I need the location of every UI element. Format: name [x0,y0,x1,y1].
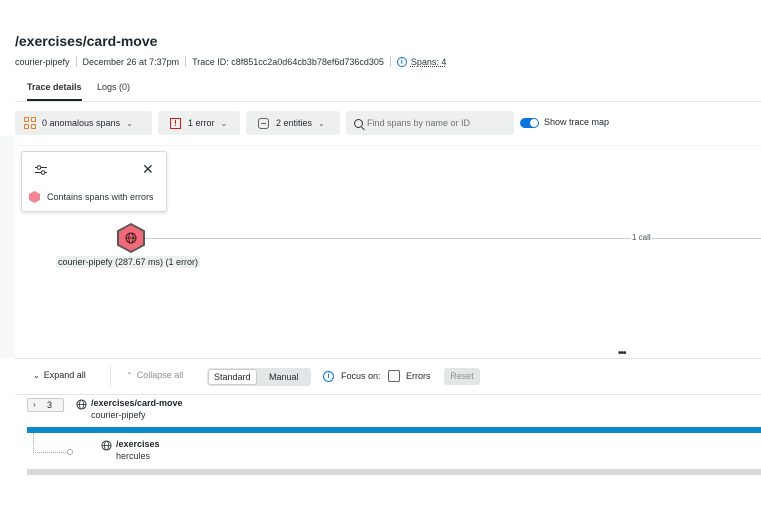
tab-bar: Trace details Logs (0) [15,76,761,102]
tree-node-dot [67,449,73,455]
divider [110,366,111,386]
trace-map-toggle[interactable] [520,118,539,128]
globe-icon [76,399,87,410]
filter-sliders-icon[interactable] [35,165,47,175]
left-gutter [0,136,15,358]
legend-label: Contains spans with errors [47,192,154,202]
trace-map-toggle-label: Show trace map [544,117,610,127]
info-icon: i [323,371,334,382]
child-count: 3 [47,400,53,410]
child-count-toggle[interactable]: › 3 [27,398,64,412]
span-service: courier-pipefy [91,410,146,420]
panel-divider [15,358,761,359]
search-placeholder: Find spans by name or ID [367,118,471,128]
collapse-all-label: Collapse all [136,370,184,380]
entities-dropdown[interactable]: 2 entities ⌄ [246,111,340,135]
divider [75,56,77,67]
divider [185,56,187,67]
error-icon: ! [170,117,181,129]
globe-icon [125,232,137,244]
service-edge [141,238,761,239]
chevron-up-icon: ⌃ [126,371,133,380]
error-hexagon-icon [29,191,40,203]
chevron-down-icon: ⌄ [33,371,40,380]
map-legend: ✕ Contains spans with errors [21,151,167,212]
divider [15,394,761,395]
edge-call-label: 1 call [631,233,652,242]
view-manual-option[interactable]: Manual [264,370,304,384]
trace-timestamp: December 26 at 7:37pm [82,56,180,67]
errors-dropdown[interactable]: ! 1 error ⌄ [158,111,240,135]
chevron-down-icon: ⌄ [220,118,228,128]
tab-logs[interactable]: Logs (0) [97,82,130,92]
view-standard-option[interactable]: Standard [209,370,256,384]
node-label: courier-pipefy (287.67 ms) (1 error) [56,256,201,268]
page-title: /exercises/card-move [15,33,158,49]
collapse-all-button[interactable]: ⌃ Collapse all [126,370,183,380]
span-search-input[interactable]: Find spans by name or ID [346,111,514,135]
span-duration-bar[interactable] [27,469,761,475]
anomalous-spans-dropdown[interactable]: 0 anomalous spans ⌄ [15,111,152,135]
divider [389,56,391,67]
trace-id: Trace ID: c8f851cc2a0d64cb3b78ef6d736cd3… [192,56,384,67]
spans-count-link[interactable]: Spans: 4 [411,57,447,67]
entities-label: 2 entities [276,118,313,128]
service-name[interactable]: courier-pipefy [15,57,70,67]
close-icon[interactable]: ✕ [142,162,154,176]
tab-trace-details[interactable]: Trace details [27,82,82,101]
span-name[interactable]: /exercises [116,439,160,449]
span-name[interactable]: /exercises/card-move [91,398,183,408]
focus-on-label: Focus on: [341,371,381,381]
tree-connector [33,452,68,453]
errors-checkbox[interactable] [388,370,400,382]
tree-connector [33,433,34,453]
entity-icon [258,117,269,129]
anomalous-spans-label: 0 anomalous spans [42,118,121,128]
expand-all-label: Expand all [43,370,86,380]
anomaly-icon [24,117,36,129]
span-service: hercules [116,451,151,461]
expand-all-button[interactable]: ⌄ Expand all [33,370,86,380]
view-mode-toggle: Standard Manual [207,368,311,386]
errors-checkbox-label: Errors [406,371,431,381]
info-icon: i [396,56,407,67]
span-duration-bar[interactable] [27,427,761,433]
search-icon [354,118,363,128]
chevron-down-icon: ⌄ [126,118,133,128]
errors-label: 1 error [188,118,215,128]
globe-icon [101,440,112,451]
chevron-down-icon: ⌄ [318,118,325,128]
chevron-right-icon: › [33,400,36,409]
reset-button[interactable]: Reset [444,368,480,385]
trace-meta: courier-pipefy December 26 at 7:37pm Tra… [15,56,446,67]
